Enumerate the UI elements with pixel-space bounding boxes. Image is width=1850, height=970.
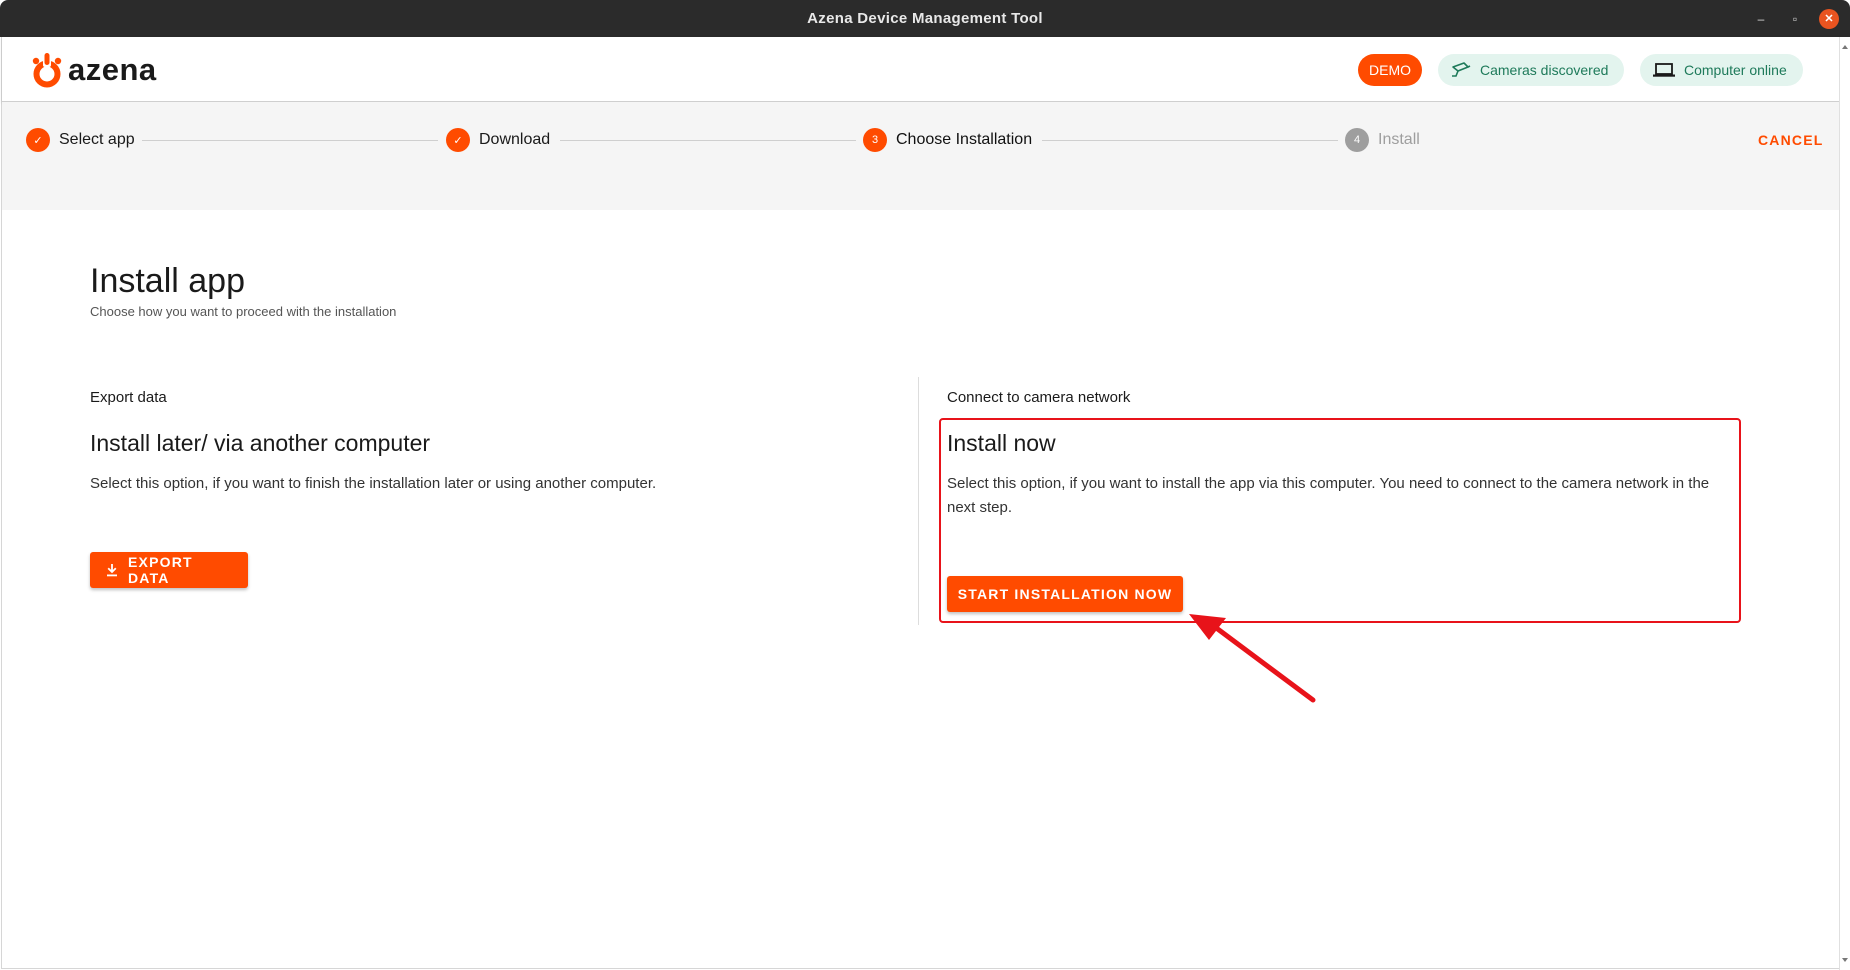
cameras-status-chip: Cameras discovered [1438,54,1624,86]
close-button[interactable]: ✕ [1819,9,1839,29]
step-number: 4 [1345,128,1369,152]
logo-wordmark: azena [68,52,157,87]
laptop-icon [1652,62,1676,78]
check-icon: ✓ [446,128,470,152]
step-connector [142,140,438,141]
export-option-description: Select this option, if you want to finis… [90,475,657,492]
demo-badge-label: DEMO [1369,62,1411,78]
scroll-down-icon[interactable] [1842,958,1848,962]
cancel-button[interactable]: CANCEL [1758,132,1824,148]
scroll-up-icon[interactable] [1842,45,1848,49]
step-label: Install [1378,131,1420,148]
azena-logo-icon [32,52,62,88]
computer-status-label: Computer online [1684,62,1787,78]
step-select-app[interactable]: ✓ Select app [26,128,135,152]
column-divider [918,377,919,625]
download-icon [106,563,118,577]
install-option-eyebrow: Connect to camera network [947,389,1131,406]
stepper: ✓ Select app ✓ Download 3 Choose Install… [2,102,1840,210]
cameras-status-label: Cameras discovered [1480,62,1609,78]
logo: azena [32,50,157,90]
page-title: Install app [90,262,245,300]
app-header: azena DEMO Cameras discovered Computer o… [2,37,1840,102]
annotation-arrow-icon [1189,614,1316,703]
minimize-button[interactable]: – [1751,9,1771,29]
window-titlebar: Azena Device Management Tool – ▫ ✕ [0,0,1850,37]
step-install[interactable]: 4 Install [1345,128,1420,152]
export-option: Export data Install later/ via another c… [90,389,890,496]
maximize-button[interactable]: ▫ [1785,9,1805,29]
step-connector [1042,140,1338,141]
export-data-label: EXPORT DATA [128,554,193,586]
page-subtitle: Choose how you want to proceed with the … [90,304,397,319]
step-number: 3 [863,128,887,152]
window-title: Azena Device Management Tool [807,10,1043,27]
export-option-eyebrow: Export data [90,389,167,406]
step-connector [560,140,856,141]
check-icon: ✓ [26,128,50,152]
app-window: azena DEMO Cameras discovered Computer o… [1,37,1840,969]
step-download[interactable]: ✓ Download [446,128,550,152]
scrollbar[interactable] [1839,37,1850,970]
export-option-heading: Install later/ via another computer [90,430,431,456]
annotation-highlight-box [939,418,1741,623]
camera-icon [1450,61,1472,79]
demo-badge: DEMO [1358,54,1422,86]
export-data-button[interactable]: EXPORT DATA [90,552,248,588]
step-label: Download [479,131,551,148]
computer-status-chip: Computer online [1640,54,1803,86]
step-label: Select app [59,131,135,148]
step-choose-installation[interactable]: 3 Choose Installation [863,128,1032,152]
step-label: Choose Installation [896,131,1033,148]
